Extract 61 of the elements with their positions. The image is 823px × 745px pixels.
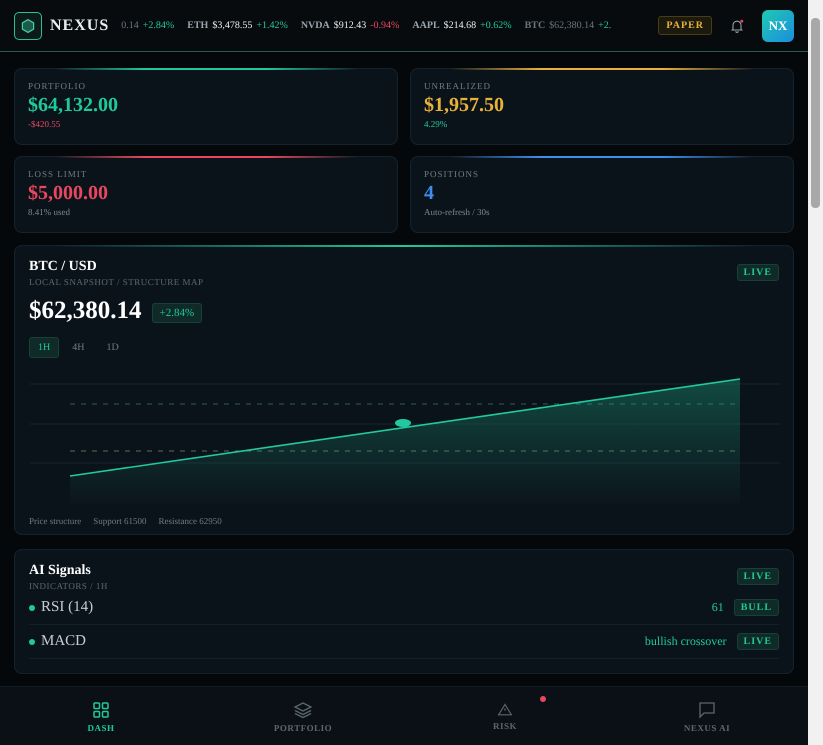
- live-badge: LIVE: [736, 568, 779, 585]
- brand-name: NEXUS: [50, 16, 110, 34]
- card-title: AI Signals: [29, 563, 92, 579]
- timeframe-tab[interactable]: 1H: [29, 337, 60, 358]
- card-title: BTC / USD: [29, 259, 98, 275]
- price-change-badge: +2.84%: [152, 303, 202, 323]
- signal-value: 61: [712, 600, 724, 615]
- scrollbar[interactable]: [808, 0, 823, 745]
- nav-tab[interactable]: NEXUS AI: [606, 687, 808, 745]
- legend-label: Resistance 62950: [158, 516, 222, 526]
- stat-label: LOSS LIMIT: [28, 169, 88, 179]
- warning-triangle-icon: [497, 702, 513, 718]
- nav-tab[interactable]: RISK: [404, 687, 606, 745]
- ticker-symbol: BTC: [524, 20, 546, 31]
- stat-value: $1,957.50: [424, 94, 505, 117]
- stat-value: 4: [424, 182, 435, 205]
- ticker-price: $3,478.55: [212, 20, 252, 31]
- signal-name: RSI (14): [41, 599, 94, 616]
- ticker-symbol: NVDA: [300, 20, 330, 31]
- signal-name: MACD: [41, 633, 88, 650]
- stat-value: $64,132.00: [28, 94, 119, 117]
- ticker-symbol: AAPL: [412, 20, 440, 31]
- ticker-symbol: ETH: [187, 20, 208, 31]
- card-subtitle: INDICATORS / 1H: [29, 581, 108, 591]
- timeframe-tab[interactable]: 4H: [63, 337, 94, 358]
- stat-label: UNREALIZED: [424, 81, 492, 91]
- grid-icon: [91, 700, 111, 720]
- ticker-price: $912.43: [334, 20, 366, 31]
- signal-badge: LIVE: [736, 633, 779, 650]
- stat-subtext: 4.29%: [424, 119, 448, 129]
- ticker-price: $214.68: [444, 20, 476, 31]
- status-dot-icon: [29, 604, 35, 610]
- legend-label: Support 61500: [93, 516, 146, 526]
- timeframe-tab[interactable]: 1D: [97, 337, 128, 358]
- stat-subtext: 8.41% used: [28, 207, 71, 217]
- ticker-change: +2.: [598, 20, 612, 31]
- ticker-price: $62,380.14: [549, 20, 594, 31]
- ticker-change: +1.42%: [256, 20, 288, 31]
- ticker-change: -0.94%: [370, 20, 400, 31]
- avatar-button[interactable]: NX: [762, 10, 794, 42]
- signal-badge: BULL: [734, 599, 779, 616]
- ticker-price: 0.14: [121, 20, 139, 31]
- nav-tab[interactable]: PORTFOLIO: [202, 687, 404, 745]
- stat-label: POSITIONS: [424, 169, 480, 179]
- stat-subtext: Auto-refresh / 30s: [424, 207, 490, 217]
- ticker-change: +0.62%: [480, 20, 512, 31]
- stat-value: $5,000.00: [28, 182, 109, 205]
- mode-badge: PAPER: [658, 16, 712, 35]
- hexagon-logo-icon: [14, 12, 42, 40]
- nav-tab[interactable]: DASH: [0, 687, 202, 745]
- stat-label: PORTFOLIO: [28, 81, 87, 91]
- stat-subtext: -$420.55: [28, 119, 62, 129]
- signal-value: bullish crossover: [644, 634, 727, 649]
- live-badge: LIVE: [736, 264, 779, 281]
- ticker-change: +2.84%: [142, 20, 174, 31]
- price-value: $62,380.14: [29, 297, 142, 325]
- layers-icon: [293, 700, 313, 720]
- chat-bubble-icon: [697, 700, 717, 720]
- status-dot-icon: [29, 638, 35, 644]
- card-subtitle: LOCAL SNAPSHOT / STRUCTURE MAP: [29, 277, 204, 287]
- legend-label: Price structure: [29, 516, 82, 526]
